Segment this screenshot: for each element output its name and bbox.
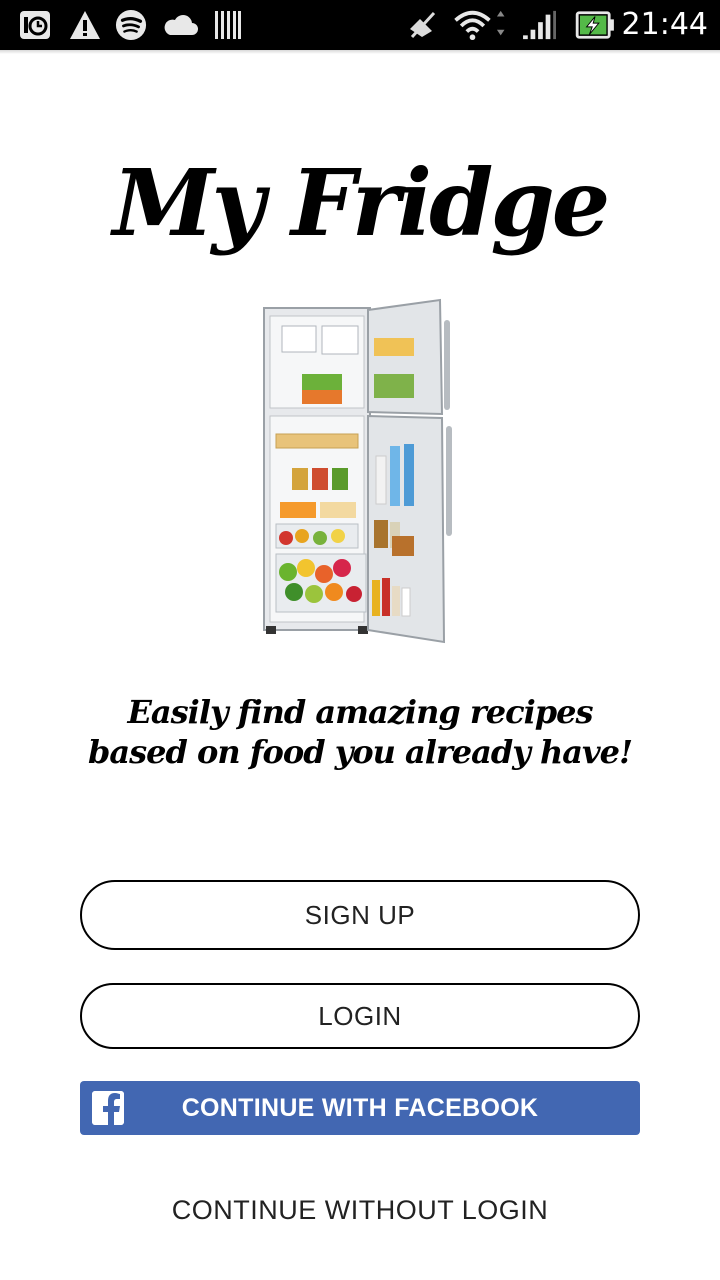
facebook-button-label: CONTINUE WITH FACEBOOK <box>181 1094 539 1122</box>
status-time: 21:44 <box>621 7 708 42</box>
facebook-login-button[interactable]: CONTINUE WITH FACEBOOK <box>80 1081 640 1135</box>
barcode-icon <box>215 11 241 39</box>
mute-icon <box>410 11 436 39</box>
login-button[interactable]: LOGIN <box>80 983 640 1049</box>
app-title: My Fridge <box>112 149 611 257</box>
cloud-icon <box>164 15 198 35</box>
spotify-icon <box>115 9 147 41</box>
wifi-icon <box>454 10 505 41</box>
warning-icon <box>70 11 100 39</box>
tagline-line-1: Easily find amazing recipes <box>127 693 594 731</box>
tagline-line-2: based on food you already have! <box>87 733 633 771</box>
status-bar: 21:44 <box>0 0 720 50</box>
battery-charging-icon <box>575 11 614 39</box>
sign-up-button[interactable]: SIGN UP <box>80 880 640 950</box>
fridge-illustration <box>263 298 452 644</box>
signal-icon <box>523 10 556 40</box>
clock-alarm-icon <box>20 11 50 39</box>
action-bar-shadow <box>0 50 720 54</box>
continue-without-login-link[interactable]: CONTINUE WITHOUT LOGIN <box>0 1190 720 1230</box>
tagline: Easily find amazing recipes based on foo… <box>60 692 660 772</box>
